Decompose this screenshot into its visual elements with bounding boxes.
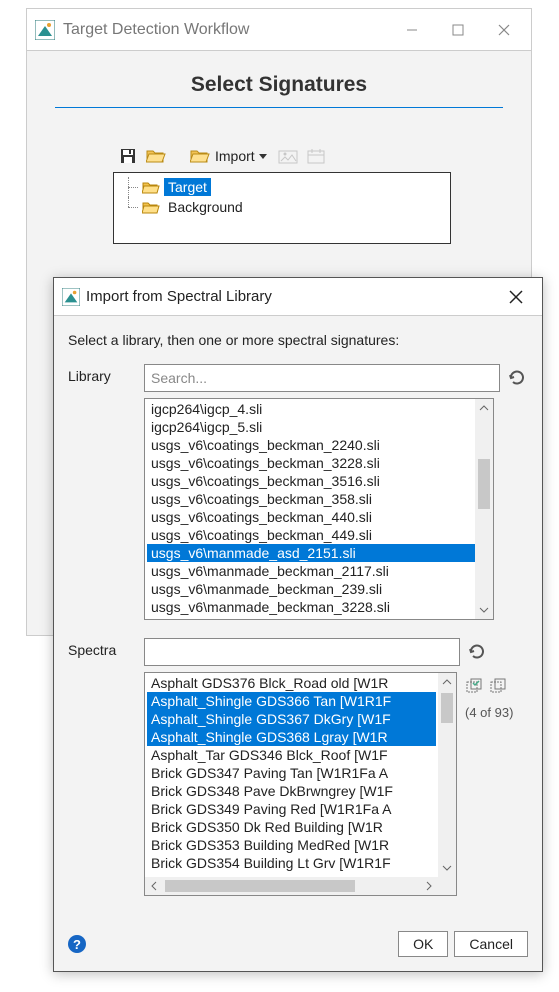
dialog-body: Select a library, then one or more spect… [54,316,542,906]
selection-counter: (4 of 93) [465,705,513,720]
spectra-item[interactable]: Brick GDS353 Building MedRed [W1R [147,836,436,854]
minimize-button[interactable] [389,10,435,50]
signature-tree[interactable]: Target Background [113,172,451,244]
spectra-row: Spectra [68,638,528,666]
open-icon[interactable] [145,146,167,166]
dialog-title: Import from Spectral Library [86,288,496,305]
library-search-input[interactable] [144,364,500,392]
library-item[interactable]: usgs_v6\manmade_beckman_239.sli [147,580,491,598]
library-scrollbar[interactable] [475,399,493,619]
library-item[interactable]: usgs_v6\coatings_beckman_440.sli [147,508,491,526]
signatures-toolbar: Import [117,146,531,166]
dropdown-caret-icon [259,154,267,159]
scroll-left-icon[interactable] [145,877,163,895]
window-controls [389,10,527,50]
import-button[interactable]: Import [185,146,271,166]
spectra-hscrollbar[interactable] [145,877,438,895]
spectra-item[interactable]: Asphalt_Shingle GDS368 Lgray [W1R [147,728,436,746]
library-item[interactable]: usgs_v6\coatings_beckman_3228.sli [147,454,491,472]
library-item[interactable]: usgs_v6\manmade_beckman_2117.sli [147,562,491,580]
spectra-item[interactable]: Asphalt GDS376 Blck_Road old [W1R [147,674,436,692]
spectra-item[interactable]: Asphalt_Shingle GDS366 Tan [W1R1F [147,692,436,710]
library-item[interactable]: igcp264\igcp_4.sli [147,400,491,418]
scroll-up-icon[interactable] [438,673,456,691]
scroll-down-icon[interactable] [475,601,493,619]
tree-item-target[interactable]: Target [120,177,444,197]
library-refresh-button[interactable] [506,367,528,389]
dialog-titlebar: Import from Spectral Library [54,278,542,316]
spectra-refresh-button[interactable] [466,641,488,663]
tree-label-background: Background [164,198,247,216]
library-item[interactable]: usgs_v6\coatings_beckman_358.sli [147,490,491,508]
spectra-vscrollbar[interactable] [438,673,456,877]
calendar-icon-disabled [305,146,327,166]
scroll-right-icon[interactable] [420,877,438,895]
app-icon [35,20,55,40]
dialog-close-button[interactable] [496,280,536,314]
library-item[interactable]: usgs_v6\coatings_beckman_3516.sli [147,472,491,490]
library-item[interactable]: usgs_v6\coatings_beckman_449.sli [147,526,491,544]
library-listbox[interactable]: igcp264\igcp_4.sliigcp264\igcp_5.sliusgs… [144,398,494,620]
spectra-label: Spectra [68,638,144,658]
folder-open-icon [142,180,160,195]
spectra-item[interactable]: Asphalt_Tar GDS346 Blck_Roof [W1F [147,746,436,764]
spectra-item[interactable]: Brick GDS347 Paving Tan [W1R1Fa A [147,764,436,782]
spectra-item[interactable]: Brick GDS349 Paving Red [W1R1Fa A [147,800,436,818]
page-heading: Select Signatures [27,73,531,97]
dialog-footer: ? OK Cancel [54,921,542,971]
select-all-icon[interactable] [465,678,483,699]
maximize-button[interactable] [435,10,481,50]
library-item[interactable]: usgs_v6\manmade_beckman_3228.sli [147,598,491,616]
parent-titlebar: Target Detection Workflow [27,9,531,51]
app-icon [62,288,80,306]
scroll-up-icon[interactable] [475,399,493,417]
library-row: Library [68,364,528,392]
library-label: Library [68,364,144,384]
parent-title: Target Detection Workflow [63,22,389,38]
spectra-item[interactable]: Brick GDS354 Building Lt Grv [W1R1F [147,854,436,872]
save-icon[interactable] [117,146,139,166]
spectra-item[interactable]: Brick GDS350 Dk Red Building [W1R [147,818,436,836]
spectra-item[interactable]: Brick GDS348 Pave DkBrwngrey [W1F [147,782,436,800]
ok-button[interactable]: OK [398,931,448,957]
import-folder-icon [189,146,211,166]
deselect-all-icon[interactable] [489,678,507,699]
help-icon[interactable]: ? [68,935,86,953]
spectra-item[interactable]: Asphalt_Shingle GDS367 DkGry [W1F [147,710,436,728]
tree-label-target: Target [164,178,211,196]
library-item[interactable]: igcp264\igcp_5.sli [147,418,491,436]
library-item[interactable]: usgs_v6\manmade_asd_2151.sli [147,544,491,562]
spectra-listbox[interactable]: Asphalt GDS376 Blck_Road old [W1RAsphalt… [144,672,457,896]
heading-underline [55,107,503,108]
spectra-side-tools: (4 of 93) [457,672,528,896]
tree-item-background[interactable]: Background [120,197,444,217]
import-dialog: Import from Spectral Library Select a li… [53,277,543,972]
dialog-instruction: Select a library, then one or more spect… [68,332,528,348]
scroll-down-icon[interactable] [438,859,456,877]
cancel-button[interactable]: Cancel [454,931,528,957]
library-item[interactable]: usgs_v6\coatings_beckman_2240.sli [147,436,491,454]
spectra-search-input[interactable] [144,638,460,666]
folder-open-icon [142,200,160,215]
import-label: Import [215,148,255,164]
photo-icon-disabled [277,146,299,166]
close-button[interactable] [481,10,527,50]
